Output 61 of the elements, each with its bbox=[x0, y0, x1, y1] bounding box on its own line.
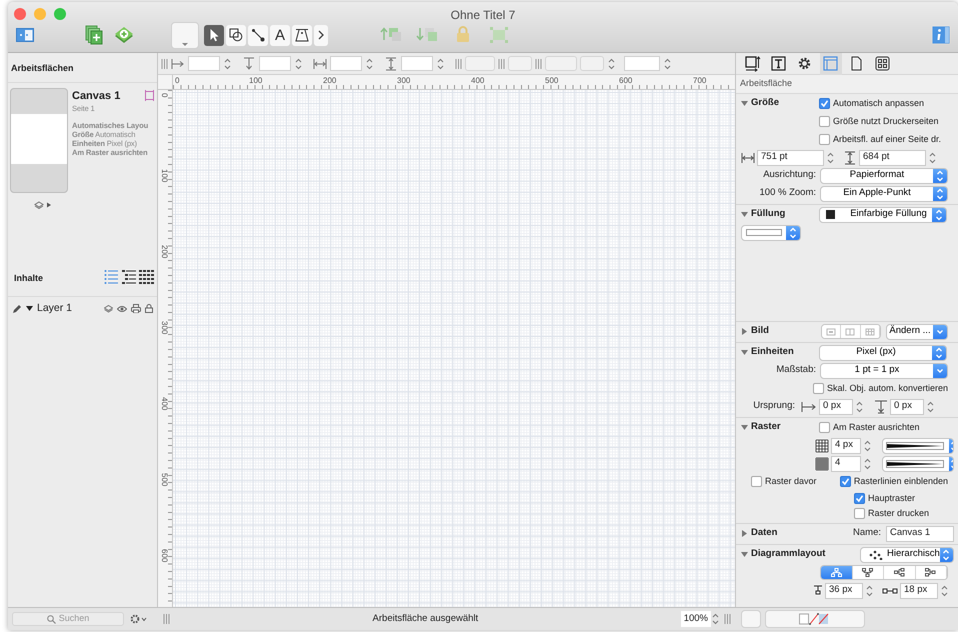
ruler-label: 100 bbox=[160, 169, 168, 182]
field-label: Ursprung: bbox=[752, 399, 795, 414]
checkbox[interactable]: Am Raster ausrichten bbox=[819, 420, 920, 434]
canvas-name: Canvas 1 bbox=[72, 88, 120, 104]
popup-button[interactable]: Papierformat bbox=[820, 168, 948, 184]
field-label: Name: bbox=[853, 526, 881, 540]
window-title: Ohne Titel 7 bbox=[450, 7, 516, 24]
field-label: 100 % Zoom: bbox=[758, 186, 816, 200]
text-field[interactable]: 0 px bbox=[890, 398, 924, 414]
ruler-label: 400 bbox=[471, 77, 484, 85]
text-field[interactable]: 0 px bbox=[819, 398, 853, 414]
popup-button[interactable]: Ändern ... bbox=[886, 324, 948, 340]
section-title: Diagrammlayout bbox=[751, 547, 826, 562]
ruler-label: 600 bbox=[160, 549, 168, 562]
checkbox[interactable]: Arbeitsfl. auf einer Seite dr. bbox=[819, 132, 942, 146]
checkbox[interactable]: Rasterlinien einblenden bbox=[840, 474, 948, 488]
checkbox[interactable]: Raster davor bbox=[751, 474, 817, 488]
section-title: Einheiten bbox=[751, 345, 794, 360]
section-title: Füllung bbox=[751, 207, 786, 222]
ruler-label: 300 bbox=[397, 77, 410, 85]
ruler-label: 200 bbox=[160, 245, 168, 258]
checkbox[interactable]: Skal. Obj. autom. konvertieren bbox=[813, 382, 948, 396]
status-text: Arbeitsfläche ausgewählt bbox=[372, 612, 480, 626]
layer-name[interactable]: Layer 1 bbox=[37, 301, 100, 317]
ruler-label: 400 bbox=[160, 397, 168, 410]
popup-button[interactable]: 1 pt = 1 px bbox=[820, 362, 948, 378]
popup-button[interactable]: Pixel (px) bbox=[819, 344, 947, 360]
ruler-label: 100 bbox=[249, 77, 262, 85]
text-tool[interactable]: A bbox=[270, 24, 290, 46]
section-title: Daten bbox=[751, 526, 778, 540]
popup-button[interactable]: Einfarbige Füllung bbox=[819, 206, 947, 222]
ruler-label: 500 bbox=[545, 77, 558, 85]
text-field[interactable]: 18 px bbox=[900, 582, 938, 598]
checkbox[interactable]: Größe nutzt Druckerseiten bbox=[819, 114, 939, 128]
popup-button[interactable]: Ein Apple-Punkt bbox=[820, 186, 948, 202]
inspector-subtitle: Arbeitsfläche bbox=[736, 75, 958, 94]
ruler-label: 0 bbox=[175, 77, 180, 85]
sidebar-title: Arbeitsflächen bbox=[8, 53, 157, 82]
ruler-label: 700 bbox=[693, 77, 706, 85]
ruler-label: 200 bbox=[323, 77, 336, 85]
text-field[interactable]: 4 px bbox=[831, 438, 862, 454]
checkbox[interactable]: Automatisch anpassen bbox=[819, 96, 924, 110]
section-title: Bild bbox=[751, 324, 769, 338]
ruler-label: 600 bbox=[619, 77, 632, 85]
text-field[interactable]: 684 pt bbox=[859, 150, 926, 166]
popup-button[interactable]: Hierarchisch bbox=[860, 546, 954, 562]
field-label: Maßstab: bbox=[775, 363, 816, 378]
text-field[interactable]: 4 bbox=[831, 456, 862, 472]
ruler-label: 0 bbox=[160, 93, 168, 98]
section-title: Raster bbox=[751, 420, 781, 434]
checkbox[interactable]: Hauptraster bbox=[854, 492, 916, 505]
zoom-field[interactable]: 100% bbox=[680, 610, 711, 628]
name-field[interactable]: Canvas 1 bbox=[886, 526, 954, 542]
field-label: Ausrichtung: bbox=[762, 168, 816, 182]
ruler-label: 300 bbox=[160, 321, 168, 334]
text-field[interactable]: 36 px bbox=[825, 582, 863, 598]
checkbox[interactable]: Raster drucken bbox=[854, 507, 930, 520]
contents-title: Inhalte bbox=[13, 272, 44, 284]
section-title: Größe bbox=[751, 96, 779, 110]
text-field[interactable]: 751 pt bbox=[757, 150, 824, 166]
ruler-label: 500 bbox=[160, 473, 168, 486]
